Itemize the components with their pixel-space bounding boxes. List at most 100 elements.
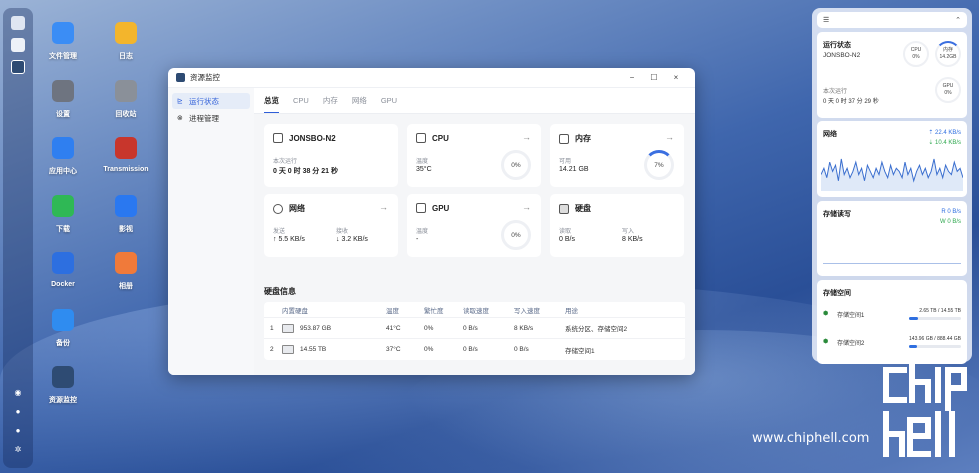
desktop-icon-label: 下载 [56, 226, 70, 233]
status-widget-title: 运行状态 [823, 42, 851, 49]
desktop-icon-recycle[interactable]: 回收站 [95, 80, 157, 119]
gpu-temp-label: 温度 [416, 229, 429, 235]
collapse-icon[interactable]: ⌃ [955, 16, 961, 24]
desktop-icon-folder[interactable]: 文件管理 [32, 22, 94, 61]
resource-monitor-window: 资源监控 − ☐ × ⊵ 运行状态 ⊗ 进程管理 总览 CPU 内存 网络 GP… [168, 68, 695, 375]
arrow-right-icon[interactable]: → [522, 202, 531, 212]
gpu-card[interactable]: GPU → 温度 - 0% [407, 194, 541, 257]
gpu-mini-gauge: GPU 0% [935, 77, 961, 103]
left-dock: ◉ ● ● ✲ [3, 8, 33, 468]
sidebar-item-process[interactable]: ⊗ 进程管理 [172, 110, 250, 126]
network-card[interactable]: 网络 → 发送 ↑ 5.5 KB/s 接收 ↓ 3.2 KB/s [264, 194, 398, 257]
sidebar-item-label: 运行状态 [189, 96, 219, 106]
disk-card: 硬盘 读取 0 B/s 写入 8 KB/s [550, 194, 684, 257]
tab-network[interactable]: 网络 [352, 89, 367, 112]
close-button[interactable]: × [665, 73, 687, 82]
download-icon [52, 195, 74, 217]
sidebar-item-label: 进程管理 [189, 113, 219, 123]
desktop-icon-docker[interactable]: Docker [32, 252, 94, 288]
network-title: 网络 [289, 204, 305, 213]
cpu-icon [416, 133, 426, 143]
cpu-mini-value: 0% [912, 54, 920, 60]
network-sparkline [821, 158, 963, 191]
table-row[interactable]: 2 14.55 TB 37°C 0% 0 B/s 0 B/s 存储空间1 [264, 339, 685, 360]
tab-cpu[interactable]: CPU [293, 90, 309, 111]
storage-space-widget[interactable]: 存储空间 ⬢ 存储空间1 2.65 TB / 14.55 TB ⬢ 存储空间2 … [817, 280, 967, 364]
video-icon [115, 195, 137, 217]
window-main: 总览 CPU 内存 网络 GPU JONSBO-N2 本次运行 0 天 0 时 … [254, 88, 695, 375]
widget-toolbar: ☰ ⌃ [817, 12, 967, 28]
desktop-icon-gear[interactable]: 设置 [32, 80, 94, 119]
storage-pool-name: 存储空间1 [837, 313, 865, 319]
gpu-temp-value: - [416, 236, 419, 243]
arrow-right-icon[interactable]: → [522, 132, 531, 142]
recv-label: 接收 [336, 229, 349, 235]
storage-write-rate: W 0 B/s [939, 219, 961, 225]
cpu-card[interactable]: CPU → 温度 35°C 0% [407, 124, 541, 187]
sidebar-item-status[interactable]: ⊵ 运行状态 [172, 93, 250, 109]
user-switch-icon[interactable]: ◉ [13, 388, 23, 398]
server-icon [273, 133, 283, 143]
desktop-icon-label: Transmission [103, 166, 149, 173]
memory-card[interactable]: 内存 → 可用 14.21 GB 7% [550, 124, 684, 187]
disk-read: 0 B/s [463, 346, 478, 353]
uptime-mini-label: 本次运行 [823, 89, 848, 95]
arrow-right-icon[interactable]: → [379, 202, 388, 212]
app-grid-icon[interactable] [11, 38, 25, 52]
docker-icon [52, 252, 74, 274]
desktop-icon-log[interactable]: 日志 [95, 22, 157, 61]
desktop-icon-photos[interactable]: 相册 [95, 252, 157, 291]
window-titlebar[interactable]: 资源监控 − ☐ × [168, 68, 695, 88]
table-row[interactable]: 1 953.87 GB 41°C 0% 0 B/s 8 KB/s 系统分区、存储… [264, 318, 685, 339]
photos-icon [115, 252, 137, 274]
disk-read-value: 0 B/s [559, 236, 575, 243]
storage-io-widget[interactable]: 存储读写 R 0 B/s W 0 B/s [817, 201, 967, 276]
arrow-right-icon[interactable]: → [665, 132, 674, 142]
cpu-mini-label: CPU [910, 47, 922, 53]
send-value: ↑ 5.5 KB/s [273, 236, 305, 243]
desktop-icon-backup[interactable]: 备份 [32, 309, 94, 348]
tab-memory[interactable]: 内存 [323, 89, 338, 112]
storage-pool-usage: 2.65 TB / 14.55 TB [919, 308, 961, 314]
desktop-icon-transmission[interactable]: Transmission [95, 137, 157, 173]
row-index: 1 [270, 324, 274, 332]
uptime-value: 0 天 0 时 38 分 21 秒 [273, 168, 338, 175]
desktop-icon-label: 资源监控 [49, 397, 77, 404]
transmission-icon [115, 137, 137, 159]
desktop-icon-download[interactable]: 下载 [32, 195, 94, 234]
desktop-icon-label: 日志 [119, 53, 133, 60]
user-icon[interactable]: ● [13, 426, 23, 436]
desktop-icon-video[interactable]: 影视 [95, 195, 157, 234]
desktop-icon-store[interactable]: 应用中心 [32, 137, 94, 176]
widget-settings-icon[interactable]: ☰ [823, 16, 829, 24]
hard-disk-icon [559, 203, 569, 214]
gpu-gauge: 0% [501, 220, 531, 250]
monitor-display-icon[interactable] [11, 16, 25, 30]
disk-read: 0 B/s [463, 324, 478, 332]
chiphell-logo [883, 362, 967, 457]
desktop-icon-monitor[interactable]: 资源监控 [32, 366, 94, 405]
recycle-icon [115, 80, 137, 102]
settings-gear-icon[interactable]: ✲ [13, 445, 23, 455]
gpu-mini-value: 0% [944, 90, 952, 96]
backup-icon [52, 309, 74, 331]
desktop-icon-label: 相册 [119, 283, 133, 290]
bell-icon[interactable]: ● [13, 407, 23, 417]
cpu-temp-value: 35°C [416, 166, 432, 173]
tab-overview[interactable]: 总览 [264, 89, 279, 113]
window-title: 资源监控 [190, 73, 220, 82]
tab-gpu[interactable]: GPU [381, 90, 397, 111]
minimize-button[interactable]: − [621, 73, 643, 82]
disk-title: 硬盘 [575, 204, 591, 213]
status-widget[interactable]: 运行状态 JONSBO-N2 CPU 0% 内存 14.2GB GPU 0% 本… [817, 32, 967, 118]
disk-write: 8 KB/s [514, 324, 534, 332]
store-icon [52, 137, 74, 159]
maximize-button[interactable]: ☐ [643, 73, 665, 82]
storage-pool-bar [909, 345, 961, 348]
system-card: JONSBO-N2 本次运行 0 天 0 时 38 分 21 秒 [264, 124, 398, 187]
storage-pool-icon: ⬢ [823, 311, 829, 317]
network-widget[interactable]: 网络 ⇡ 22.4 KB/s ⇣ 10.4 KB/s [817, 121, 967, 197]
storage-io-baseline [823, 263, 961, 264]
network-down-rate: ⇣ 10.4 KB/s [928, 140, 961, 146]
resource-monitor-dock-icon[interactable] [11, 60, 25, 74]
